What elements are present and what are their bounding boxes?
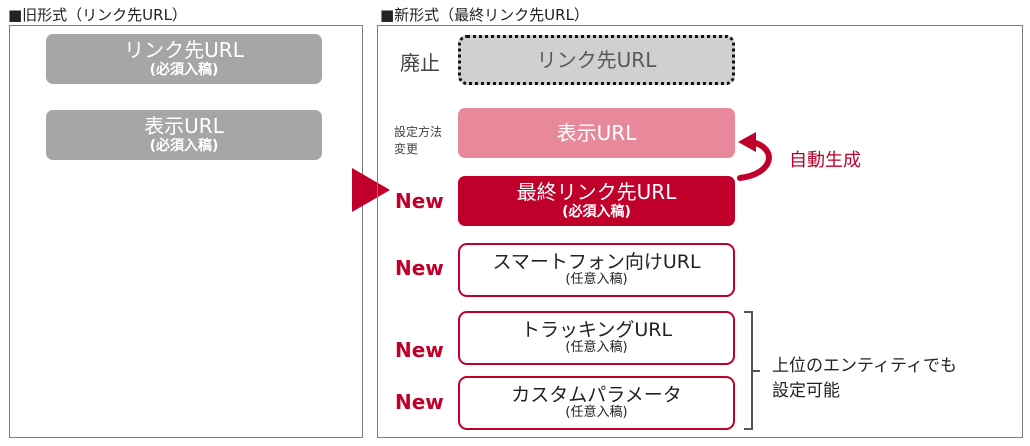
old-format-heading: ■旧形式（リンク先URL）	[8, 6, 187, 24]
changed-setting-line1: 設定方法	[394, 125, 443, 139]
old-link-url-required: (必須入稿)	[149, 62, 219, 79]
old-display-url-label: 表示URL	[144, 114, 224, 139]
deprecated-label: 廃止	[400, 51, 440, 75]
new-format-heading: ■新形式（最終リンク先URL）	[380, 6, 589, 24]
tracking-url-box: トラッキングURL (任意入稿)	[458, 311, 735, 365]
entity-note: 上位のエンティティでも 設定可能	[772, 354, 957, 404]
tracking-url-optional: (任意入稿)	[565, 340, 628, 356]
deprecated-link-url-label: リンク先URL	[536, 47, 657, 72]
old-display-url-box: 表示URL (必須入稿)	[46, 110, 322, 160]
smartphone-url-label: スマートフォン向けURL	[492, 250, 701, 273]
entity-note-line1: 上位のエンティティでも	[772, 356, 957, 376]
old-link-url-label: リンク先URL	[124, 38, 244, 63]
old-link-url-box: リンク先URL (必須入稿)	[46, 34, 322, 84]
display-url-label: 表示URL	[556, 120, 637, 145]
custom-parameter-label: カスタムパラメータ	[511, 383, 682, 406]
deprecated-link-url-box: リンク先URL	[458, 35, 735, 85]
new-badge-custom-parameter: New	[395, 390, 444, 414]
old-display-url-required: (必須入稿)	[149, 138, 219, 155]
display-url-box: 表示URL	[458, 108, 735, 158]
changed-setting-line2: 変更	[394, 142, 419, 156]
tracking-url-label: トラッキングURL	[520, 318, 673, 341]
smartphone-url-box: スマートフォン向けURL (任意入稿)	[458, 243, 735, 297]
smartphone-url-optional: (任意入稿)	[565, 272, 628, 288]
new-badge-final-url: New	[395, 189, 444, 213]
new-badge-tracking-url: New	[395, 338, 444, 362]
auto-generate-arrow-icon	[737, 132, 772, 181]
new-badge-smartphone-url: New	[395, 256, 444, 280]
changed-setting-label: 設定方法 変更	[394, 124, 442, 158]
final-link-url-box: 最終リンク先URL (必須入稿)	[458, 176, 735, 226]
auto-generate-label: 自動生成	[789, 150, 861, 171]
entity-note-line2: 設定可能	[772, 381, 840, 401]
custom-parameter-box: カスタムパラメータ (任意入稿)	[458, 376, 735, 430]
custom-parameter-optional: (任意入稿)	[565, 405, 628, 421]
final-link-url-label: 最終リンク先URL	[516, 180, 677, 205]
old-format-panel: リンク先URL (必須入稿) 表示URL (必須入稿)	[9, 25, 363, 438]
group-bracket-icon	[744, 311, 760, 430]
final-link-url-required: (必須入稿)	[562, 204, 631, 221]
